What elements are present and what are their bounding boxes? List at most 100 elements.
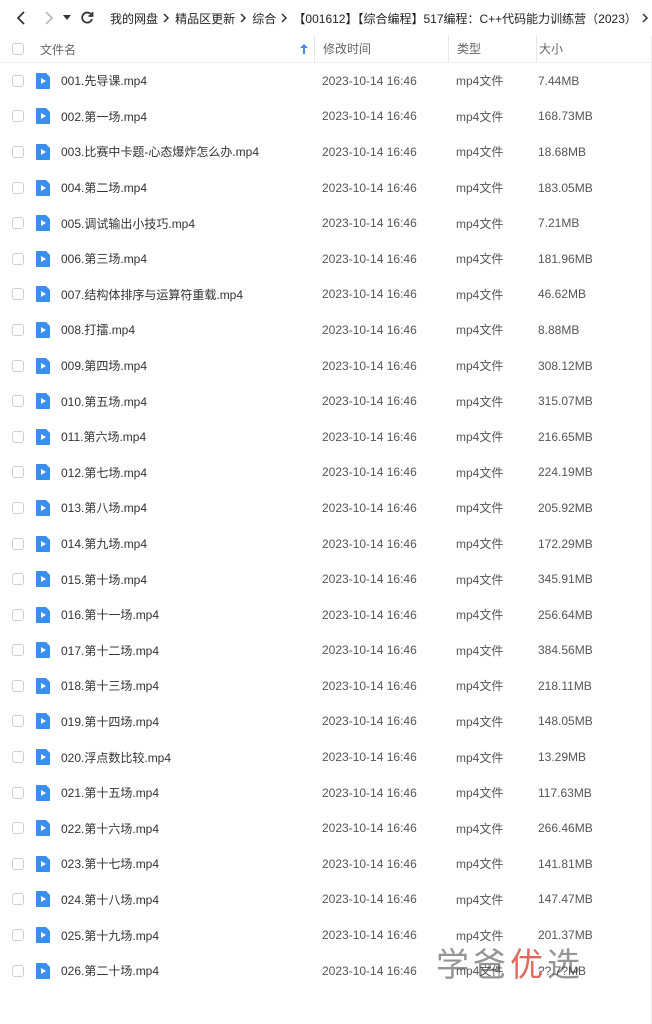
file-name: 023.第十七场.mp4 bbox=[61, 857, 160, 872]
row-checkbox[interactable] bbox=[12, 501, 24, 514]
file-row[interactable]: 021.第十五场.mp4 2023-10-14 16:46 mp4文件 117.63M… bbox=[0, 775, 652, 811]
video-file-icon bbox=[36, 72, 50, 89]
row-checkbox[interactable] bbox=[12, 430, 24, 443]
column-header-size[interactable]: 大小 bbox=[536, 35, 646, 63]
file-name-cell[interactable]: 017.第十二场.mp4 bbox=[36, 642, 314, 659]
file-row[interactable]: 011.第六场.mp4 2023-10-14 16:46 mp4文件 216.65MB bbox=[0, 419, 652, 455]
file-row[interactable]: 020.浮点数比较.mp4 2023-10-14 16:46 mp4文件 13.29M… bbox=[0, 739, 652, 775]
row-checkbox[interactable] bbox=[12, 217, 24, 230]
file-row[interactable]: 015.第十场.mp4 2023-10-14 16:46 mp4文件 345.91MB bbox=[0, 561, 652, 597]
file-row[interactable]: 023.第十七场.mp4 2023-10-14 16:46 mp4文件 141.81M… bbox=[0, 846, 652, 882]
file-row[interactable]: 004.第二场.mp4 2023-10-14 16:46 mp4文件 183.05MB bbox=[0, 170, 652, 206]
history-dropdown-button[interactable] bbox=[60, 0, 74, 36]
breadcrumb-item[interactable]: 精品区更新 bbox=[173, 10, 237, 27]
forward-button[interactable] bbox=[38, 0, 60, 36]
back-button[interactable] bbox=[10, 0, 32, 36]
file-name-cell[interactable]: 007.结构体排序与运算符重载.mp4 bbox=[36, 286, 314, 303]
file-row[interactable]: 016.第十一场.mp4 2023-10-14 16:46 mp4文件 256.64M… bbox=[0, 597, 652, 633]
file-name-cell[interactable]: 002.第一场.mp4 bbox=[36, 108, 314, 125]
file-row[interactable]: 008.打擂.mp4 2023-10-14 16:46 mp4文件 8.88MB bbox=[0, 312, 652, 348]
row-checkbox[interactable] bbox=[12, 74, 24, 87]
row-checkbox[interactable] bbox=[12, 786, 24, 799]
breadcrumb-item[interactable]: 我的网盘 bbox=[108, 10, 160, 27]
file-modified-time: 2023-10-14 16:46 bbox=[322, 750, 417, 765]
row-checkbox[interactable] bbox=[12, 573, 24, 586]
row-checkbox[interactable] bbox=[12, 359, 24, 372]
row-checkbox[interactable] bbox=[12, 395, 24, 408]
row-checkbox[interactable] bbox=[12, 964, 24, 977]
row-checkbox[interactable] bbox=[12, 822, 24, 835]
file-row[interactable]: 017.第十二场.mp4 2023-10-14 16:46 mp4文件 384.56M… bbox=[0, 633, 652, 669]
video-file-icon bbox=[36, 286, 50, 303]
file-row[interactable]: 018.第十三场.mp4 2023-10-14 16:46 mp4文件 218.11M… bbox=[0, 668, 652, 704]
file-name-cell[interactable]: 024.第十八场.mp4 bbox=[36, 891, 314, 908]
file-name-cell[interactable]: 023.第十七场.mp4 bbox=[36, 855, 314, 872]
column-header-time[interactable]: 修改时间 bbox=[314, 35, 448, 63]
row-checkbox[interactable] bbox=[12, 608, 24, 621]
file-name-cell[interactable]: 022.第十六场.mp4 bbox=[36, 820, 314, 837]
file-name-cell[interactable]: 003.比赛中卡题-心态爆炸怎么办.mp4 bbox=[36, 143, 314, 160]
row-checkbox[interactable] bbox=[12, 751, 24, 764]
row-checkbox[interactable] bbox=[12, 181, 24, 194]
file-name-cell[interactable]: 020.浮点数比较.mp4 bbox=[36, 749, 314, 766]
row-checkbox[interactable] bbox=[12, 893, 24, 906]
chevron-right-icon[interactable] bbox=[639, 13, 652, 23]
file-name-cell[interactable]: 013.第八场.mp4 bbox=[36, 499, 314, 516]
row-checkbox[interactable] bbox=[12, 288, 24, 301]
file-name-cell[interactable]: 008.打擂.mp4 bbox=[36, 321, 314, 338]
breadcrumb-item[interactable]: 【001612】【综合编程】517编程：C++代码能力训练营（2023） bbox=[291, 10, 638, 27]
file-name-cell[interactable]: 016.第十一场.mp4 bbox=[36, 606, 314, 623]
file-name-cell[interactable]: 011.第六场.mp4 bbox=[36, 428, 314, 445]
file-row[interactable]: 001.先导课.mp4 2023-10-14 16:46 mp4文件 7.44MB bbox=[0, 63, 652, 99]
row-checkbox[interactable] bbox=[12, 537, 24, 550]
file-name-cell[interactable]: 005.调试输出小技巧.mp4 bbox=[36, 215, 314, 232]
row-checkbox[interactable] bbox=[12, 145, 24, 158]
file-modified-time: 2023-10-14 16:46 bbox=[322, 714, 417, 729]
select-all-checkbox[interactable] bbox=[12, 43, 24, 55]
file-name-cell[interactable]: 009.第四场.mp4 bbox=[36, 357, 314, 374]
row-checkbox[interactable] bbox=[12, 715, 24, 728]
column-header-name[interactable]: 文件名 bbox=[36, 41, 314, 58]
file-type: mp4文件 bbox=[456, 181, 504, 196]
row-checkbox[interactable] bbox=[12, 252, 24, 265]
file-name-cell[interactable]: 018.第十三场.mp4 bbox=[36, 677, 314, 694]
file-row[interactable]: 022.第十六场.mp4 2023-10-14 16:46 mp4文件 266.46M… bbox=[0, 810, 652, 846]
file-row[interactable]: 002.第一场.mp4 2023-10-14 16:46 mp4文件 168.73MB bbox=[0, 99, 652, 135]
file-name-cell[interactable]: 015.第十场.mp4 bbox=[36, 571, 314, 588]
breadcrumb-item[interactable]: 综合 bbox=[250, 10, 278, 27]
file-name-cell[interactable]: 026.第二十场.mp4 bbox=[36, 962, 314, 979]
file-row[interactable]: 013.第八场.mp4 2023-10-14 16:46 mp4文件 205.92MB bbox=[0, 490, 652, 526]
row-checkbox[interactable] bbox=[12, 679, 24, 692]
file-row[interactable]: 005.调试输出小技巧.mp4 2023-10-14 16:46 mp4文件 7.21… bbox=[0, 205, 652, 241]
row-checkbox[interactable] bbox=[12, 929, 24, 942]
row-checkbox[interactable] bbox=[12, 110, 24, 123]
file-row[interactable]: 024.第十八场.mp4 2023-10-14 16:46 mp4文件 147.47M… bbox=[0, 882, 652, 918]
file-row[interactable]: 010.第五场.mp4 2023-10-14 16:46 mp4文件 315.07MB bbox=[0, 383, 652, 419]
file-row[interactable]: 009.第四场.mp4 2023-10-14 16:46 mp4文件 308.12MB bbox=[0, 348, 652, 384]
file-row[interactable]: 012.第七场.mp4 2023-10-14 16:46 mp4文件 224.19MB bbox=[0, 455, 652, 491]
file-row[interactable]: 006.第三场.mp4 2023-10-14 16:46 mp4文件 181.96MB bbox=[0, 241, 652, 277]
file-row[interactable]: 014.第九场.mp4 2023-10-14 16:46 mp4文件 172.29MB bbox=[0, 526, 652, 562]
file-modified-time: 2023-10-14 16:46 bbox=[322, 928, 417, 943]
file-name-cell[interactable]: 006.第三场.mp4 bbox=[36, 250, 314, 267]
file-name-cell[interactable]: 014.第九场.mp4 bbox=[36, 535, 314, 552]
row-checkbox[interactable] bbox=[12, 466, 24, 479]
refresh-button[interactable] bbox=[76, 0, 98, 36]
file-modified-time: 2023-10-14 16:46 bbox=[322, 678, 417, 693]
file-name: 014.第九场.mp4 bbox=[61, 537, 148, 552]
file-name-cell[interactable]: 021.第十五场.mp4 bbox=[36, 784, 314, 801]
file-name: 005.调试输出小技巧.mp4 bbox=[61, 216, 196, 231]
file-name-cell[interactable]: 019.第十四场.mp4 bbox=[36, 713, 314, 730]
file-name-cell[interactable]: 012.第七场.mp4 bbox=[36, 464, 314, 481]
row-checkbox[interactable] bbox=[12, 857, 24, 870]
file-name-cell[interactable]: 004.第二场.mp4 bbox=[36, 179, 314, 196]
file-name-cell[interactable]: 001.先导课.mp4 bbox=[36, 72, 314, 89]
file-row[interactable]: 007.结构体排序与运算符重载.mp4 2023-10-14 16:46 mp4文件… bbox=[0, 277, 652, 313]
file-row[interactable]: 019.第十四场.mp4 2023-10-14 16:46 mp4文件 148.05M… bbox=[0, 704, 652, 740]
file-name-cell[interactable]: 010.第五场.mp4 bbox=[36, 393, 314, 410]
file-name-cell[interactable]: 025.第十九场.mp4 bbox=[36, 927, 314, 944]
row-checkbox[interactable] bbox=[12, 323, 24, 336]
row-checkbox[interactable] bbox=[12, 644, 24, 657]
file-row[interactable]: 003.比赛中卡题-心态爆炸怎么办.mp4 2023-10-14 16:46 mp4… bbox=[0, 134, 652, 170]
column-header-type[interactable]: 类型 bbox=[448, 35, 536, 63]
